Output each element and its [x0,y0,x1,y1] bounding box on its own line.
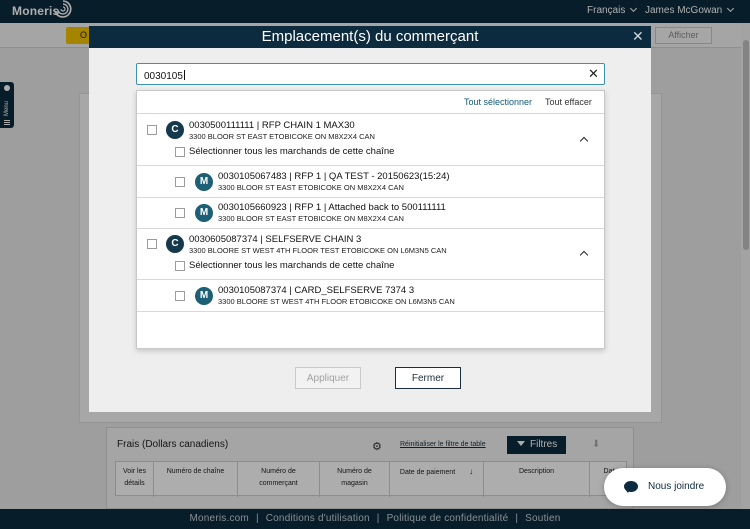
collapse-chevron-up-icon[interactable] [579,250,589,260]
merchant-location-modal: Emplacement(s) du commerçant ✕ 0030105 ✕… [89,26,651,412]
close-icon[interactable]: ✕ [632,29,644,43]
select-all-link[interactable]: Tout sélectionner [464,97,532,107]
select-chain-merchants-label: Sélectionner tous les marchands de cette… [189,260,395,271]
dropdown-actions: Tout sélectionner Tout effacer [137,91,604,114]
chain-checkbox[interactable] [147,239,157,249]
collapse-chevron-up-icon[interactable] [579,136,589,146]
contact-us-label: Nous joindre [648,481,705,492]
select-chain-merchants-checkbox[interactable] [175,261,185,271]
text-cursor [183,70,185,80]
merchant-title: 0030105067483 | RFP 1 | QA TEST - 201506… [218,171,450,182]
merchant-checkbox[interactable] [175,177,185,187]
contact-us-button[interactable]: Nous joindre [604,468,726,506]
merchant-checkbox[interactable] [175,208,185,218]
merchant-row: M 0030105087374 | CARD_SELFSERVE 7374 3 … [137,281,604,312]
merchant-checkbox[interactable] [175,291,185,301]
merchant-address: 3300 BLOOR ST EAST ETOBICOKE ON M8X2X4 C… [218,214,404,223]
modal-header: Emplacement(s) du commerçant ✕ [89,26,651,48]
merchant-row: M 0030105067483 | RFP 1 | QA TEST - 2015… [137,167,604,198]
chain-checkbox[interactable] [147,125,157,135]
chain-badge: C [166,235,184,253]
chain-badge: C [166,121,184,139]
select-chain-merchants-label: Sélectionner tous les marchands de cette… [189,146,395,157]
merchant-row: M 0030105660923 | RFP 1 | Attached back … [137,198,604,229]
merchant-badge: M [195,173,213,191]
select-chain-merchants-checkbox[interactable] [175,147,185,157]
search-text: 0030105 [144,71,183,82]
merchant-title: 0030105087374 | CARD_SELFSERVE 7374 3 [218,285,415,296]
search-input-value[interactable]: 0030105 [144,69,185,82]
chain-row: C 0030605087374 | SELFSERVE CHAIN 3 3300… [137,229,604,280]
chain-title: 0030500111111 | RFP CHAIN 1 MAX30 [189,120,355,131]
chain-address: 3300 BLOORE ST WEST 4TH FLOOR TEST ETOBI… [189,246,447,255]
merchant-address: 3300 BLOORE ST WEST 4TH FLOOR ETOBICOKE … [218,297,455,306]
merchant-title: 0030105660923 | RFP 1 | Attached back to… [218,202,446,213]
clear-search-icon[interactable]: ✕ [588,67,599,80]
modal-title: Emplacement(s) du commerçant [261,28,479,45]
apply-button[interactable]: Appliquer [295,367,361,389]
search-results-dropdown: Tout sélectionner Tout effacer C 0030500… [136,90,605,349]
chain-address: 3300 BLOOR ST EAST ETOBICOKE ON M8X2X4 C… [189,132,375,141]
chat-bubble-icon [624,481,638,493]
merchant-badge: M [195,287,213,305]
chain-row: C 0030500111111 | RFP CHAIN 1 MAX30 3300… [137,115,604,166]
chain-title: 0030605087374 | SELFSERVE CHAIN 3 [189,234,362,245]
clear-all-link[interactable]: Tout effacer [545,97,592,107]
close-button[interactable]: Fermer [395,367,461,389]
merchant-search-input[interactable]: 0030105 ✕ [136,63,605,85]
merchant-address: 3300 BLOOR ST EAST ETOBICOKE ON M8X2X4 C… [218,183,404,192]
merchant-badge: M [195,204,213,222]
